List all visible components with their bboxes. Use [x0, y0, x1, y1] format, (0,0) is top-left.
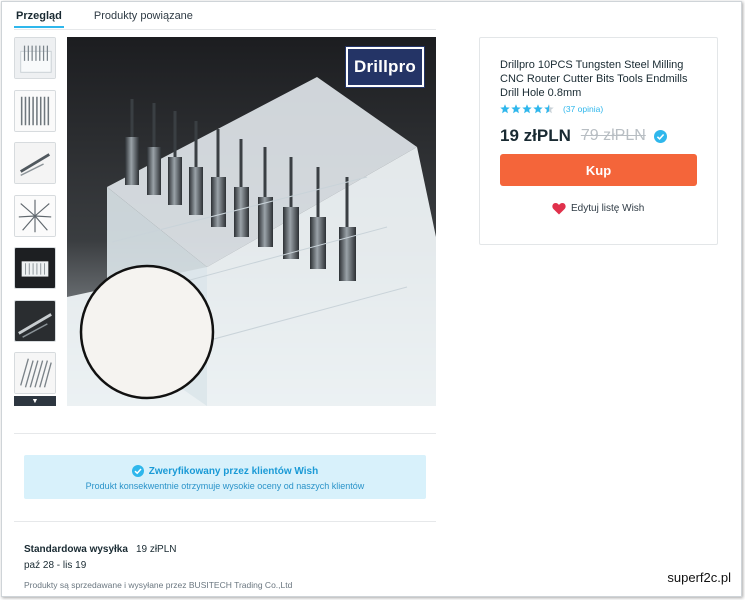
star-full-icon [511, 104, 521, 114]
verified-subtitle: Produkt konsekwentnie otrzymuje wysokie … [85, 481, 365, 491]
star-full-icon [500, 104, 510, 114]
wishlist-label: Edytuj listę Wish [571, 203, 645, 214]
watermark: superf2c.pl [667, 570, 731, 585]
original-price: 79 złPLN [580, 127, 646, 144]
verified-badge-icon [653, 129, 667, 143]
drill-bits-case-thumb-icon [15, 38, 55, 78]
thumbnail-5[interactable] [14, 247, 56, 289]
thumbnail-3[interactable] [14, 142, 56, 184]
shipping-label: Standardowa wysyłka [24, 544, 128, 555]
tab-related-products[interactable]: Produkty powiązane [92, 6, 195, 28]
drill-bit-closeup-thumb-icon [15, 300, 55, 341]
verified-title: Zweryfikowany przez klientów Wish [148, 465, 319, 477]
chevron-down-icon: ▼ [31, 397, 39, 405]
wishlist-button[interactable]: Edytuj listę Wish [552, 202, 644, 215]
thumbnail-6[interactable] [14, 299, 56, 342]
seller-info: Produkty są sprzedawane i wysyłane przez… [24, 580, 293, 590]
thumbnail-4[interactable] [14, 194, 56, 237]
section-divider [14, 433, 436, 434]
drill-bits-fan-thumb-icon [15, 195, 55, 236]
thumbnail-2[interactable] [14, 89, 56, 132]
star-full-icon [533, 104, 543, 114]
current-price: 19 złPLN [500, 126, 571, 145]
thumbnail-list [14, 37, 56, 407]
price-row: 19 złPLN 79 złPLN [500, 126, 667, 146]
reviews-link[interactable]: (37 opinia) [563, 104, 603, 114]
thumbnail-1[interactable] [14, 37, 56, 79]
verified-title-row: Zweryfikowany przez klientów Wish [24, 465, 426, 477]
product-rating: (37 opinia) [500, 104, 603, 114]
drill-bit-single-thumb-icon [15, 143, 55, 183]
tab-divider [14, 29, 436, 30]
tab-overview[interactable]: Przegląd [14, 6, 64, 28]
star-full-icon [522, 104, 532, 114]
drill-box-thumb-icon [15, 248, 55, 288]
main-product-image[interactable]: Drillpro [67, 37, 436, 406]
shipping-price: 19 złPLN [135, 544, 177, 555]
drill-bits-row-thumb-icon [15, 90, 55, 131]
verified-check-icon [131, 465, 144, 477]
thumbnail-scroll-down-button[interactable]: ▼ [14, 396, 56, 406]
brand-logo: Drillpro [345, 46, 425, 88]
drill-bits-photo-icon [67, 37, 436, 406]
thumbnail-7[interactable] [14, 352, 56, 394]
shipping-dates: paź 28 - lis 19 [24, 560, 87, 571]
drill-bits-set-thumb-icon [15, 353, 55, 393]
heart-icon [552, 203, 566, 215]
section-divider [14, 521, 436, 522]
shipping-info: Standardowa wysyłka 19 złPLN paź 28 - li… [24, 544, 177, 571]
purchase-panel: Drillpro 10PCS Tungsten Steel Milling CN… [479, 37, 718, 245]
star-half-icon [544, 104, 554, 114]
tab-bar: Przegląd Produkty powiązane [14, 6, 195, 28]
buy-button[interactable]: Kup [500, 154, 697, 186]
verified-banner: Zweryfikowany przez klientów Wish Produk… [24, 455, 426, 499]
product-title: Drillpro 10PCS Tungsten Steel Milling CN… [500, 59, 688, 99]
